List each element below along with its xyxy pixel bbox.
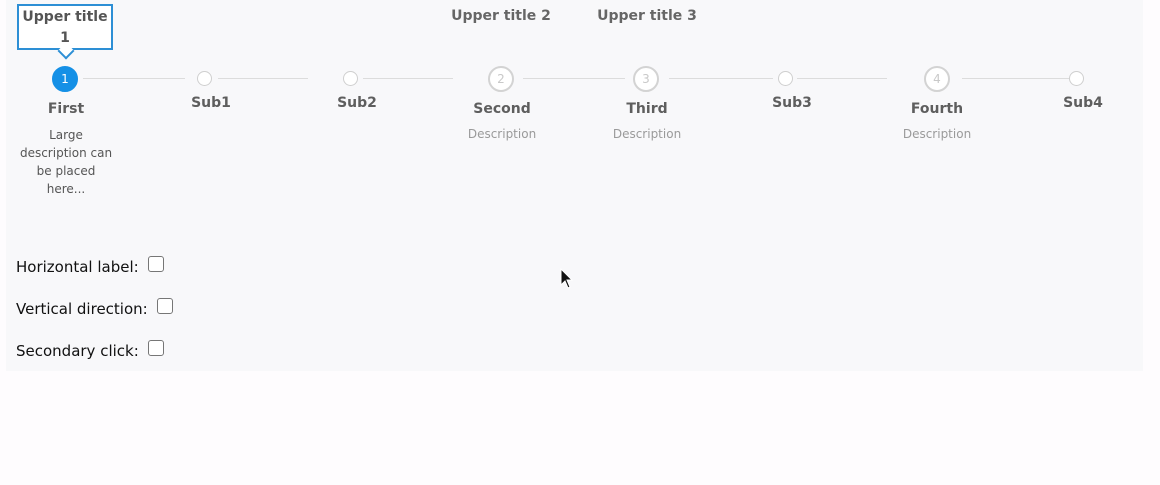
step-label-fourth: Fourth xyxy=(910,101,964,117)
step-number: 4 xyxy=(933,72,941,86)
step-node-sub3[interactable] xyxy=(778,71,793,86)
option-horizontal-label: Horizontal label: xyxy=(16,256,164,276)
mouse-cursor-icon xyxy=(560,268,574,289)
step-node-third[interactable]: 3 xyxy=(633,66,659,92)
step-number: 1 xyxy=(61,72,69,86)
connector xyxy=(363,78,453,79)
upper-title-text: Upper title 1 xyxy=(22,9,108,46)
step-label-third: Third xyxy=(626,101,668,117)
step-description-third: Description xyxy=(612,127,682,141)
upper-title-tooltip-1: Upper title 1 xyxy=(17,4,113,60)
step-description-second: Description xyxy=(467,127,537,141)
step-label-sub2: Sub2 xyxy=(337,95,377,111)
step-node-second[interactable]: 2 xyxy=(488,66,514,92)
connector xyxy=(962,78,1069,79)
step-node-sub2[interactable] xyxy=(343,71,358,86)
option-secondary-click: Secondary click: xyxy=(16,340,164,360)
vertical-direction-checkbox[interactable] xyxy=(156,298,173,314)
option-vertical-direction: Vertical direction: xyxy=(16,298,173,318)
connector xyxy=(218,78,308,79)
step-description-fourth: Description xyxy=(902,127,972,141)
connector xyxy=(669,78,773,79)
upper-title-3: Upper title 3 xyxy=(597,8,697,24)
step-label-second: Second xyxy=(473,101,531,117)
step-label-first: First xyxy=(47,101,85,117)
connector xyxy=(83,78,185,79)
step-node-sub1[interactable] xyxy=(197,71,212,86)
step-number: 2 xyxy=(497,72,505,86)
step-description-first: Large description can be placed here... xyxy=(19,128,113,196)
step-label-sub1: Sub1 xyxy=(191,95,231,111)
step-label-sub4: Sub4 xyxy=(1063,95,1103,111)
secondary-click-text: Secondary click: xyxy=(16,342,139,360)
upper-title-2: Upper title 2 xyxy=(451,8,551,24)
horizontal-label-text: Horizontal label: xyxy=(16,258,139,276)
step-number: 3 xyxy=(642,72,650,86)
step-node-fourth[interactable]: 4 xyxy=(924,66,950,92)
vertical-direction-text: Vertical direction: xyxy=(16,300,148,318)
stepper-demo-panel: Upper title 1 1 First Large description … xyxy=(6,0,1143,371)
step-node-first[interactable]: 1 xyxy=(52,66,78,92)
connector xyxy=(797,78,887,79)
secondary-click-checkbox[interactable] xyxy=(147,340,164,356)
stepper: Upper title 1 1 First Large description … xyxy=(6,0,1143,220)
connector xyxy=(523,78,625,79)
step-node-sub4[interactable] xyxy=(1069,71,1084,86)
step-label-sub3: Sub3 xyxy=(772,95,812,111)
horizontal-label-checkbox[interactable] xyxy=(147,256,164,272)
